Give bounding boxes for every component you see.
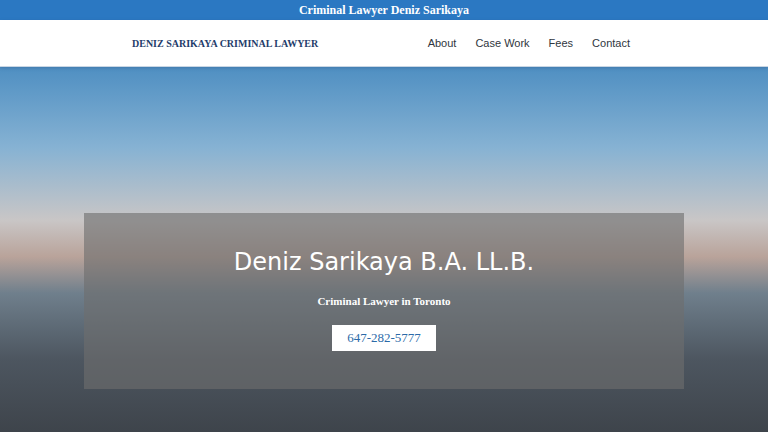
top-bar: Criminal Lawyer Deniz Sarikaya [0,0,768,20]
hero-overlay: Deniz Sarikaya B.A. LL.B. Criminal Lawyer… [84,213,684,389]
nav: About Case Work Fees Contact [428,37,630,49]
page: Criminal Lawyer Deniz SarikayaDENIZ SARI… [0,0,768,432]
hero-photo: Deniz Sarikaya B.A. LL.B. Criminal Lawyer… [0,67,768,432]
hero-subtitle: Criminal Lawyer in Toronto [317,294,450,308]
nav-link[interactable]: Contact [592,37,630,49]
phone-button[interactable]: 647-282-5777 [332,325,436,351]
nav-link[interactable]: About [428,37,457,49]
logo[interactable]: DENIZ SARIKAYA CRIMINAL LAWYER [132,38,318,49]
hero-title: Deniz Sarikaya B.A. LL.B. [234,246,534,278]
nav-link[interactable]: Fees [549,37,573,49]
header: DENIZ SARIKAYA CRIMINAL LAWYER About Case … [0,20,768,67]
nav-link[interactable]: Case Work [475,37,529,49]
top-bar-title: Criminal Lawyer Deniz Sarikaya [299,0,469,20]
